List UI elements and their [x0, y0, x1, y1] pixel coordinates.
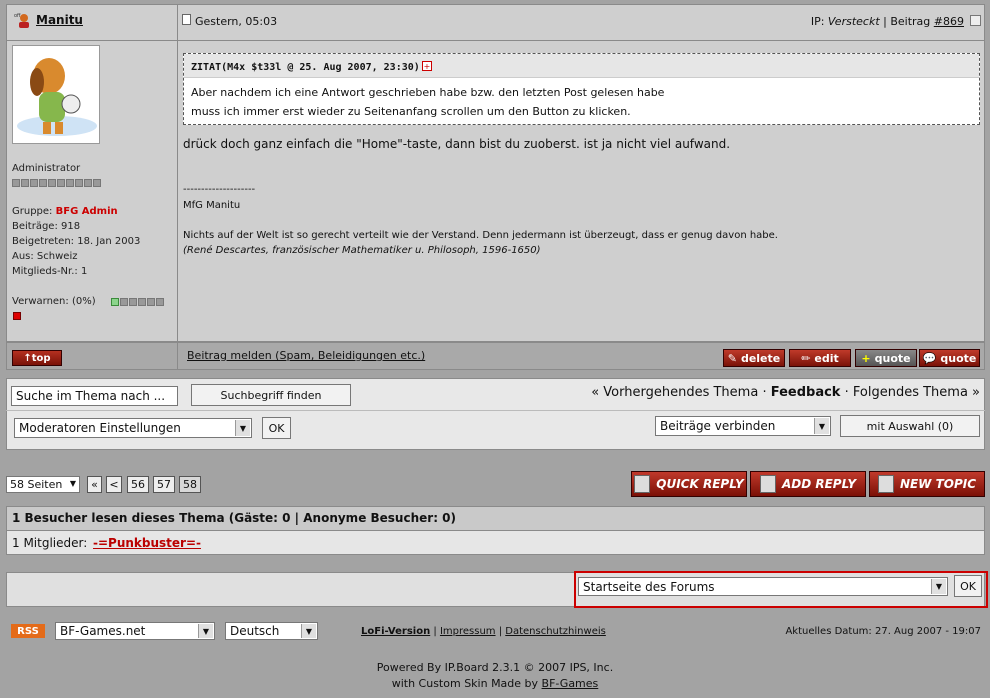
members-label: 1 Mitglieder:	[12, 536, 88, 550]
post-date: Gestern, 05:03	[195, 15, 278, 28]
page-57-button[interactable]: 57	[153, 476, 175, 493]
speech-bubble-icon: 💬	[922, 351, 937, 365]
chevron-down-icon: ▼	[814, 418, 829, 434]
with-selection-button[interactable]: mit Auswahl (0)	[840, 415, 980, 437]
quote-line-1: Aber nachdem ich eine Antwort geschriebe…	[191, 86, 665, 99]
new-topic-icon	[877, 475, 894, 493]
warn-level	[111, 296, 165, 309]
warn-minus-icon[interactable]	[13, 312, 21, 320]
quick-reply-icon	[634, 475, 651, 493]
privacy-link[interactable]: Datenschutzhinweis	[505, 626, 606, 637]
chevron-down-icon: ▼	[301, 624, 316, 638]
rss-icon[interactable]: RSS	[11, 624, 45, 638]
signature-separator: --------------------	[183, 184, 256, 195]
user-role: Administrator	[12, 163, 81, 174]
feedback-link[interactable]: Feedback	[771, 385, 841, 400]
page-58-current: 58	[179, 476, 201, 493]
forum-jump-ok-button[interactable]: OK	[954, 575, 982, 597]
user-joined: Beigetreten: 18. Jan 2003	[12, 236, 141, 247]
prev-page-button[interactable]: <	[106, 476, 122, 493]
user-posts: Beiträge: 918	[12, 221, 81, 232]
user-from: Aus: Schweiz	[12, 251, 78, 262]
search-topic-button[interactable]: Suchbegriff finden	[191, 384, 351, 406]
new-topic-button[interactable]: NEW TOPIC	[869, 471, 985, 497]
signature-line-2: Nichts auf der Welt ist so gerecht verte…	[183, 230, 778, 241]
moderator-select[interactable]: Moderatoren Einstellungen ▼	[14, 418, 252, 438]
first-page-button[interactable]: «	[87, 476, 102, 493]
select-post-checkbox[interactable]	[970, 15, 981, 26]
svg-text:off: off	[14, 13, 21, 19]
impressum-link[interactable]: Impressum	[440, 626, 496, 637]
warn-link[interactable]: Verwarnen: (0%)	[12, 296, 96, 307]
skin-author-link[interactable]: BF-Games	[542, 677, 599, 690]
merge-posts-select[interactable]: Beiträge verbinden ▼	[655, 416, 831, 436]
powered-by: Powered By IP.Board 2.3.1 © 2007 IPS, In…	[0, 660, 990, 692]
post-text: drück doch ganz einfach die "Home"-taste…	[183, 137, 731, 151]
next-topic-link[interactable]: Folgendes Thema »	[853, 385, 980, 400]
signature-line-3: (René Descartes, französischer Mathemati…	[183, 245, 541, 256]
chevron-down-icon: ▼	[235, 420, 250, 436]
add-reply-button[interactable]: ADD REPLY	[750, 471, 866, 497]
quote-title: ZITAT(M4x $t33l @ 25. Aug 2007, 23:30)	[191, 62, 420, 73]
chevron-down-icon: ▼	[69, 479, 76, 488]
topic-nav: « Vorhergehendes Thema · Feedback · Folg…	[591, 385, 980, 400]
skin-credit: with Custom Skin Made by BF-Games	[391, 677, 599, 690]
skin-select[interactable]: BF-Games.net ▼	[55, 622, 215, 640]
author-name-link[interactable]: Manitu	[36, 13, 83, 27]
quick-reply-button[interactable]: QUICK REPLY	[631, 471, 747, 497]
signature-line-1: MfG Manitu	[183, 200, 241, 211]
pages-dropdown[interactable]: 58 Seiten ▼	[6, 476, 80, 493]
page-56-button[interactable]: 56	[127, 476, 149, 493]
language-select[interactable]: Deutsch ▼	[225, 622, 318, 640]
forum-jump-select[interactable]: Startseite des Forums ▼	[578, 577, 948, 596]
rank-pips	[12, 177, 102, 190]
multiquote-button[interactable]: + quote	[855, 349, 917, 367]
edit-button[interactable]: ✏ edit	[789, 349, 851, 367]
quote-link-icon[interactable]: +	[422, 61, 432, 71]
arrow-up-icon: ↑	[23, 352, 32, 364]
powered-line: Powered By IP.Board 2.3.1 © 2007 IPS, In…	[376, 661, 614, 674]
user-member-no: Mitglieds-Nr.: 1	[12, 266, 88, 277]
post-doc-icon	[182, 14, 191, 25]
member-link[interactable]: -=Punkbuster=-	[93, 536, 201, 550]
quote-line-2: muss ich immer erst wieder zu Seitenanfa…	[191, 105, 631, 118]
quote-button[interactable]: 💬 quote	[919, 349, 980, 367]
pencil-icon: ✏	[801, 351, 811, 365]
report-post-link[interactable]: Beitrag melden (Spam, Beleidigungen etc.…	[187, 349, 425, 362]
moderator-ok-button[interactable]: OK	[262, 417, 291, 439]
visitors-title: 1 Besucher lesen dieses Thema (Gäste: 0 …	[12, 511, 456, 525]
prev-topic-link[interactable]: « Vorhergehendes Thema	[591, 385, 758, 400]
chevron-down-icon: ▼	[198, 624, 213, 638]
post-label: Beitrag	[890, 15, 931, 28]
eraser-icon: ✎	[727, 351, 737, 365]
group-value: BFG Admin	[55, 206, 118, 217]
avatar	[12, 45, 100, 144]
user-offline-icon: off	[14, 11, 32, 29]
ip-label: IP:	[810, 15, 825, 28]
plus-icon: +	[861, 351, 871, 365]
delete-button[interactable]: ✎ delete	[723, 349, 785, 367]
user-group: Gruppe: BFG Admin	[12, 206, 118, 217]
top-button[interactable]: ↑ top	[12, 350, 62, 366]
tools-divider	[6, 410, 985, 411]
add-reply-icon	[759, 475, 776, 493]
post-number-link[interactable]: #869	[934, 15, 964, 28]
current-date: Aktuelles Datum: 27. Aug 2007 - 19:07	[785, 626, 981, 637]
search-topic-input[interactable]: Suche im Thema nach ...	[11, 386, 178, 406]
post-meta: IP: Versteckt | Beitrag #869	[810, 15, 964, 28]
lofi-link[interactable]: LoFi-Version	[361, 626, 430, 637]
ip-value: Versteckt	[827, 15, 880, 28]
chevron-down-icon: ▼	[931, 579, 946, 594]
footer-links: LoFi-Version | Impressum | Datenschutzhi…	[361, 626, 606, 637]
